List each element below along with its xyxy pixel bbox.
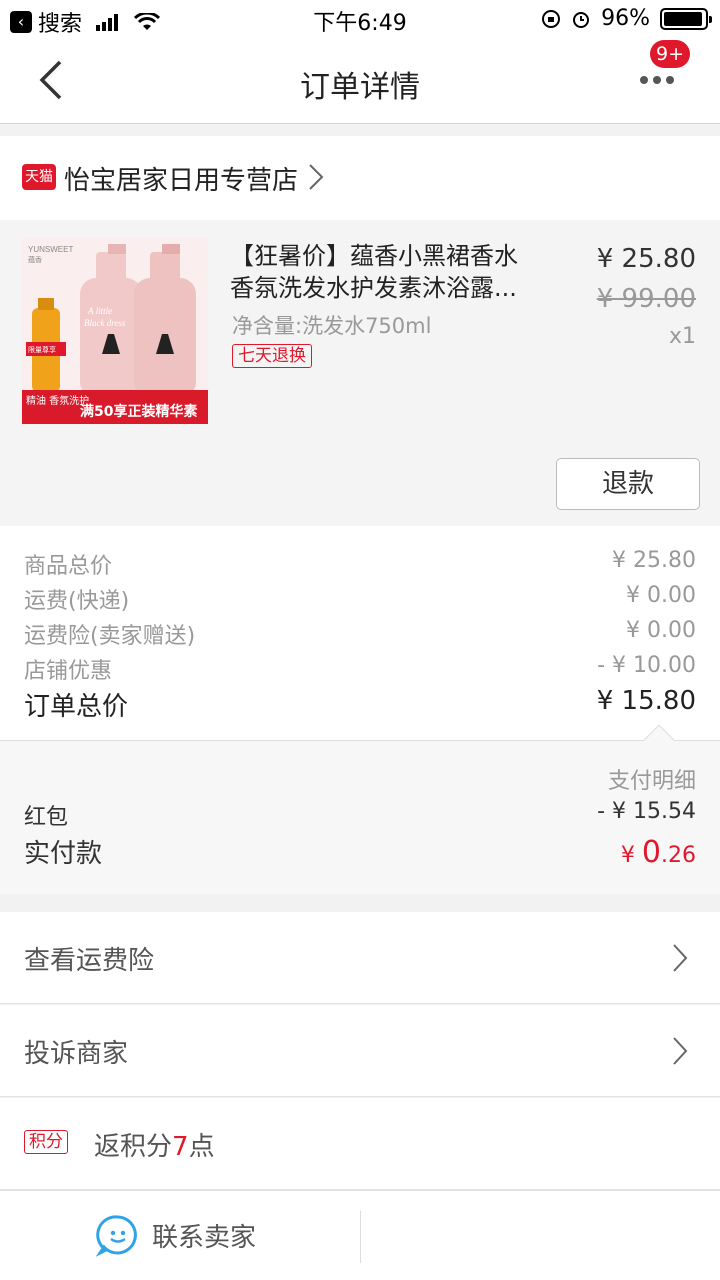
product-title[interactable]: 【狂暑价】蕴香小黑裙香水 香氛洗发水护发素沐浴露... [230,240,550,304]
paid-label: 实付款 [24,839,103,869]
chevron-right-icon [309,164,324,190]
complain-seller-label: 投诉商家 [24,1039,129,1069]
battery-percent: 96% [601,6,650,31]
summary-value: ¥ 0.00 [626,618,696,643]
summary-row-store-discount: 店铺优惠 - ¥ 10.00 [24,653,696,685]
points-number: 7 [172,1132,189,1162]
summary-row-shipping: 运费(快递) ¥ 0.00 [24,583,696,615]
product-image-promo-badge: 限量尊享 [28,345,56,354]
product-title-line1: 【狂暑价】蕴香小黑裙香水 [230,242,518,270]
summary-label: 运费(快递) [24,589,130,614]
order-total-value: ¥ 15.80 [596,686,696,716]
battery-icon [660,7,712,30]
notification-badge: 9+ [649,40,690,68]
product-price: ¥ 25.80 [596,244,696,274]
product-quantity: x1 [668,324,696,349]
product-title-line2: 香氛洗发水护发素沐浴露... [230,274,517,302]
product-image-script-1: A little [87,306,112,316]
product-original-price: ¥ 99.00 [596,284,696,314]
summary-value: ¥ 0.00 [626,583,696,608]
points-prefix: 返积分 [94,1132,173,1162]
order-total-label: 订单总价 [24,692,129,722]
product-image-script-2: Black dress [84,318,126,328]
summary-label: 运费险(卖家赠送) [24,624,196,649]
product-card[interactable]: YUNSWEET 蕴香 A little Black dress 限量尊享 精油… [0,220,720,526]
product-image-brand-cn: 蕴香 [28,255,42,264]
product-spec: 净含量:洗发水750ml [232,314,432,338]
store-header[interactable]: 天猫 怡宝居家日用专营店 [0,136,720,220]
payment-detail: 支付明细 红包 - ¥ 15.54 实付款 ¥ 0.26 [0,724,720,894]
paid-integer: 0 [641,835,661,870]
red-packet-value: - ¥ 15.54 [597,799,696,824]
paid-amount: ¥ 0.26 [621,835,696,870]
summary-label: 商品总价 [24,554,113,579]
points-suffix: 点 [188,1132,215,1162]
freight-insurance-label: 查看运费险 [24,946,155,976]
product-image-promo-main: 满50享正装精华素 [80,403,197,420]
paid-row: 实付款 ¥ 0.26 [24,833,696,870]
page-title: 订单详情 [300,70,420,105]
red-packet-row: 红包 - ¥ 15.54 [24,799,696,831]
orientation-lock-icon [542,9,561,28]
freight-insurance-item[interactable]: 查看运费险 [0,912,720,1004]
contact-seller-label: 联系卖家 [152,1222,257,1253]
product-image-brand: YUNSWEET [28,245,73,254]
bottom-action-bar: 联系卖家 [0,1190,720,1280]
summary-label: 店铺优惠 [24,659,113,684]
refund-button[interactable]: 退款 [556,458,700,510]
chat-bubble-icon [96,1215,137,1257]
summary-value: - ¥ 10.00 [597,653,696,678]
summary-row-total: 订单总价 ¥ 15.80 [24,686,696,723]
price-summary: 商品总价 ¥ 25.80 运费(快递) ¥ 0.00 运费险(卖家赠送) ¥ 0… [0,526,720,740]
store-name[interactable]: 怡宝居家日用专营店 [64,160,298,197]
contact-seller-button[interactable]: 联系卖家 [96,1213,256,1257]
nav-bar: 订单详情 9+ [0,40,720,124]
summary-row-shipping-insurance: 运费险(卖家赠送) ¥ 0.00 [24,618,696,650]
alarm-icon [573,11,590,28]
return-policy-tag: 七天退换 [232,344,312,368]
payment-detail-link[interactable]: 支付明细 [608,763,696,795]
tmall-logo-icon: 天猫 [22,164,56,190]
points-text: 返积分7点 [94,1126,215,1163]
chevron-right-icon [673,944,688,972]
product-image[interactable]: YUNSWEET 蕴香 A little Black dress 限量尊享 精油… [22,238,208,424]
summary-row-subtotal: 商品总价 ¥ 25.80 [24,548,696,580]
points-tag: 积分 [24,1130,68,1154]
paid-currency: ¥ [620,843,642,868]
points-reward-item: 积分 返积分7点 [0,1098,720,1190]
status-bar: ‹ 搜索 下午6:49 96% [0,0,720,40]
complain-seller-item[interactable]: 投诉商家 [0,1005,720,1097]
paid-decimal: .26 [661,843,696,868]
red-packet-label: 红包 [24,805,69,830]
divider [360,1211,361,1263]
chevron-right-icon [673,1037,688,1065]
more-menu-icon[interactable] [640,70,680,90]
summary-value: ¥ 25.80 [612,548,696,573]
